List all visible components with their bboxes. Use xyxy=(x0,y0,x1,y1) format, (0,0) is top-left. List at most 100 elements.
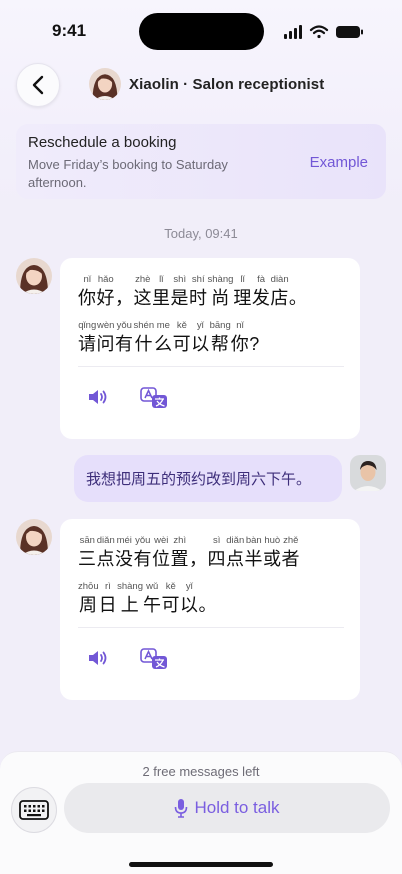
pinyin: qǐng xyxy=(78,320,97,331)
hanzi: 点 xyxy=(226,549,245,569)
character-column[interactable]: lǐ 理 xyxy=(233,273,252,310)
character-column[interactable]: lǐ 里 xyxy=(152,273,171,310)
hanzi: 。 xyxy=(198,595,217,615)
character-column[interactable]: rì 日 xyxy=(99,580,118,617)
pinyin: bàn xyxy=(245,535,262,546)
pinyin: kě xyxy=(165,581,176,592)
pinyin: shén xyxy=(133,320,155,331)
receptionist-avatar[interactable] xyxy=(16,258,52,294)
character-column[interactable]: shén 什 xyxy=(134,319,155,356)
hanzi: 好 xyxy=(96,288,115,308)
assistant-message-card: nǐ 你 hǎo 好， zhè 这 lǐ 里 shì 是 shí 时 shàng 尚 lǐ 理 fà 发 diàn 店… xyxy=(60,258,360,439)
hanzi: 时 xyxy=(189,288,208,308)
hanzi: 是 xyxy=(170,288,189,308)
hanzi: 你 xyxy=(78,288,97,308)
character-column[interactable]: zhōu 周 xyxy=(78,580,99,617)
character-column[interactable]: huò 或 xyxy=(263,534,282,571)
character-column[interactable]: ， xyxy=(115,273,134,310)
character-column[interactable]: zhě 者 xyxy=(282,534,301,571)
receptionist-avatar[interactable] xyxy=(16,519,52,555)
pinyin: rì xyxy=(104,581,111,592)
character-column[interactable]: wǔ 午 xyxy=(143,580,162,617)
hanzi: 问 xyxy=(96,334,115,354)
character-column[interactable]: kě 可 xyxy=(173,319,192,356)
pinyin: yǒu xyxy=(116,320,132,331)
message-line: nǐ 你 hǎo 好， zhè 这 lǐ 里 shì 是 shí 时 shàng 尚 lǐ 理 fà 发 diàn 店… xyxy=(78,273,307,310)
hanzi: 四 xyxy=(207,549,226,569)
character-column[interactable]: shàng 上 xyxy=(117,580,143,617)
hanzi: 午 xyxy=(143,595,162,615)
translate-button[interactable] xyxy=(140,648,168,675)
character-column[interactable]: shì 是 xyxy=(171,273,190,310)
pinyin: nǐ xyxy=(236,320,244,331)
translate-icon xyxy=(140,648,167,669)
speaker-button[interactable] xyxy=(87,649,109,672)
character-column[interactable]: qǐng 请 xyxy=(78,319,97,356)
character-column[interactable]: shí 时 xyxy=(189,273,208,310)
hanzi: 有 xyxy=(115,334,134,354)
character-column[interactable]: sān 三 xyxy=(78,534,97,571)
hanzi: 没 xyxy=(115,549,134,569)
character-column[interactable]: 。 xyxy=(199,580,218,617)
character-column[interactable]: yǒu 有 xyxy=(115,319,134,356)
character-column[interactable]: yǐ 以 xyxy=(180,580,199,617)
pinyin: shí xyxy=(191,274,205,285)
pinyin: zhì xyxy=(173,535,187,546)
hold-to-talk-button[interactable]: Hold to talk xyxy=(64,783,390,833)
task-card: Reschedule a booking Move Friday’s booki… xyxy=(16,124,386,199)
hanzi: 或 xyxy=(263,549,282,569)
character-column[interactable]: diàn 店 xyxy=(270,273,289,310)
character-column[interactable]: ， xyxy=(189,534,208,571)
character-column[interactable]: wèi 位 xyxy=(152,534,171,571)
task-description: Move Friday’s booking to Saturday aftern… xyxy=(28,157,228,190)
speaker-button[interactable] xyxy=(87,388,109,411)
pinyin: wèn xyxy=(97,320,115,331)
pinyin: kě xyxy=(176,320,187,331)
character-column[interactable]: 。 xyxy=(289,273,308,310)
character-column[interactable]: hǎo 好 xyxy=(97,273,116,310)
character-column[interactable]: bàn 半 xyxy=(245,534,264,571)
translate-button[interactable] xyxy=(140,387,168,414)
character-column[interactable]: kě 可 xyxy=(162,580,181,617)
hold-to-talk-label: Hold to talk xyxy=(194,798,280,817)
hanzi: 有 xyxy=(133,549,152,569)
character-column[interactable]: diǎn 点 xyxy=(226,534,245,571)
character-column[interactable]: zhì 置 xyxy=(171,534,190,571)
character-column[interactable]: zhè 这 xyxy=(134,273,153,310)
example-link[interactable]: Example xyxy=(310,154,368,171)
character-column[interactable]: diǎn 点 xyxy=(97,534,116,571)
keyboard-button[interactable] xyxy=(11,787,57,833)
pinyin: yǐ xyxy=(185,581,193,592)
status-time: 9:41 xyxy=(52,21,87,40)
character-column[interactable]: nǐ 你 xyxy=(78,273,97,310)
back-button[interactable] xyxy=(16,63,60,107)
character-column[interactable]: wèn 问 xyxy=(97,319,116,356)
pinyin: wǔ xyxy=(146,581,159,592)
hanzi: 什 xyxy=(134,334,154,354)
character-column[interactable]: nǐ 你 xyxy=(231,319,250,356)
character-column[interactable]: shàng 尚 xyxy=(208,273,234,310)
hanzi: ， xyxy=(115,288,134,308)
hanzi: 么 xyxy=(154,334,173,354)
hanzi: 半 xyxy=(244,549,263,569)
pinyin: yǐ xyxy=(196,320,204,331)
hanzi: 上 xyxy=(120,595,140,615)
character-column[interactable]: sì 四 xyxy=(208,534,227,571)
pinyin: lǐ xyxy=(159,274,164,285)
dynamic-island xyxy=(139,13,264,50)
chevron-left-icon xyxy=(32,75,44,95)
pinyin: zhōu xyxy=(78,581,99,592)
character-column[interactable]: fà 发 xyxy=(252,273,271,310)
user-avatar[interactable] xyxy=(350,455,386,491)
character-column[interactable]: yǒu 有 xyxy=(134,534,153,571)
character-column[interactable]: méi 没 xyxy=(115,534,134,571)
character-column[interactable]: ? xyxy=(249,319,260,356)
character-column[interactable]: yǐ 以 xyxy=(191,319,210,356)
hanzi: 以 xyxy=(191,334,210,354)
hanzi: 位 xyxy=(152,549,171,569)
receptionist-avatar[interactable] xyxy=(89,68,121,100)
pinyin: sì xyxy=(213,535,221,546)
hanzi: 置 xyxy=(170,549,189,569)
character-column[interactable]: me 么 xyxy=(154,319,173,356)
character-column[interactable]: bāng 帮 xyxy=(210,319,231,356)
